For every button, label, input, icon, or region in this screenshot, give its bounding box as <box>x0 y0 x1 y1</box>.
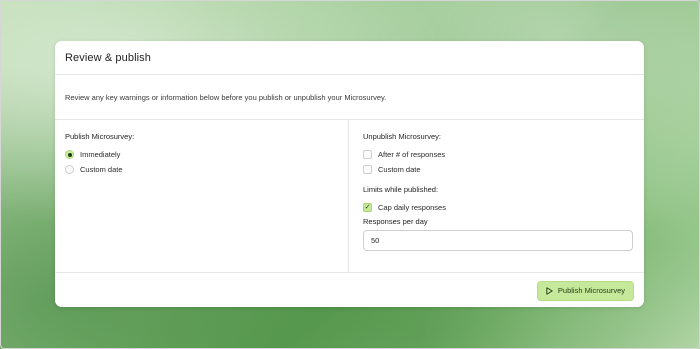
radio-unchecked-icon[interactable] <box>65 165 74 174</box>
publish-custom-date-option[interactable]: Custom date <box>65 162 338 177</box>
unpublish-after-responses-option[interactable]: After # of responses <box>363 147 634 162</box>
dialog-description: Review any key warnings or information b… <box>55 75 644 120</box>
dialog-title: Review & publish <box>65 51 151 64</box>
publish-microsurvey-label: Publish Microsurvey <box>557 286 625 295</box>
unpublish-custom-date-label: Custom date <box>378 165 421 174</box>
cap-daily-responses-label: Cap daily responses <box>378 203 446 212</box>
dialog-header: Review & publish <box>55 41 644 75</box>
radio-checked-icon[interactable] <box>65 150 74 159</box>
play-icon <box>546 286 553 295</box>
publish-section-label: Publish Microsurvey: <box>65 132 135 141</box>
publish-immediately-label: Immediately <box>80 150 121 159</box>
publish-microsurvey-button[interactable]: Publish Microsurvey <box>536 280 634 301</box>
dialog-footer: Publish Microsurvey <box>55 273 644 307</box>
dialog-body: Publish Microsurvey: Immediately Custom … <box>55 120 644 273</box>
cap-daily-responses-option[interactable]: ✓ Cap daily responses <box>363 200 634 215</box>
limits-section-label: Limits while published: <box>363 185 439 194</box>
unpublish-section: Unpublish Microsurvey: After # of respon… <box>349 120 644 272</box>
checkbox-unchecked-icon[interactable] <box>363 165 372 174</box>
publish-custom-date-label: Custom date <box>80 165 123 174</box>
checkbox-unchecked-icon[interactable] <box>363 150 372 159</box>
unpublish-section-label: Unpublish Microsurvey: <box>363 132 441 141</box>
unpublish-custom-date-option[interactable]: Custom date <box>363 162 634 177</box>
responses-per-day-label: Responses per day <box>363 217 428 226</box>
review-publish-dialog: Review & publish Review any key warnings… <box>55 41 644 307</box>
publish-immediately-option[interactable]: Immediately <box>65 147 338 162</box>
checkbox-checked-icon[interactable]: ✓ <box>363 203 372 212</box>
unpublish-after-responses-label: After # of responses <box>378 150 446 159</box>
publish-section: Publish Microsurvey: Immediately Custom … <box>55 120 349 272</box>
responses-per-day-input[interactable] <box>363 230 633 251</box>
